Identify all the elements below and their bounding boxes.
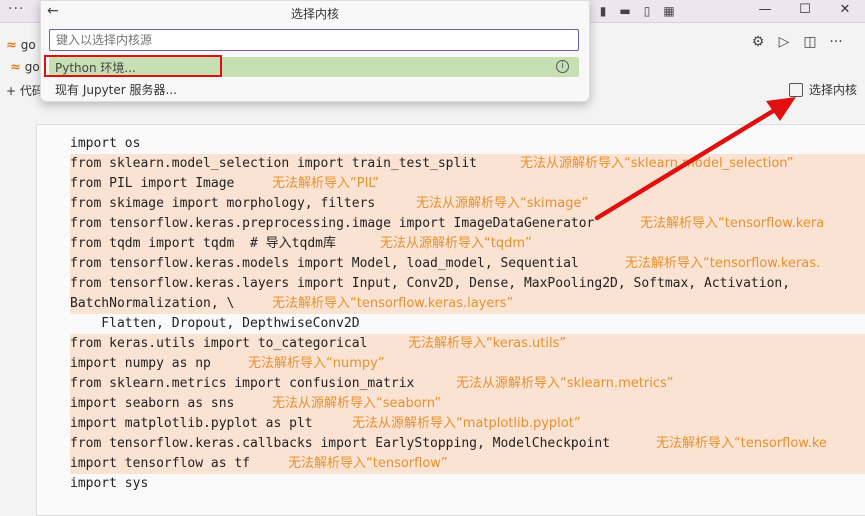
annotation-arrow xyxy=(594,97,796,221)
